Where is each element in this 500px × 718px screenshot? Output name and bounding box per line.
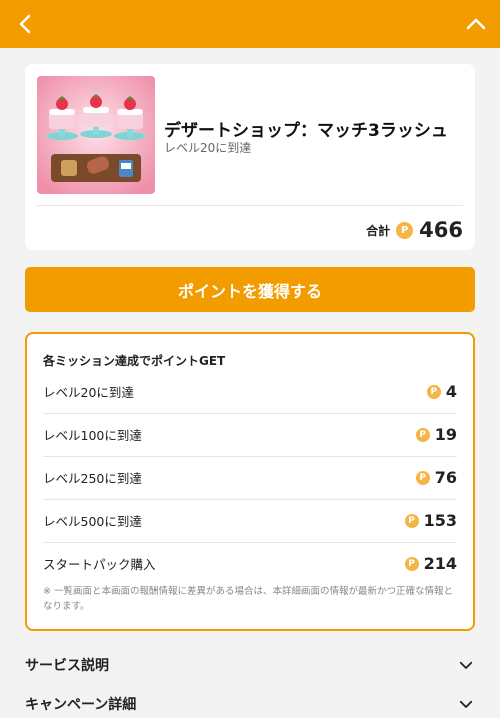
chevron-up-icon bbox=[466, 18, 486, 30]
mission-row: スタートパック購入 P 214 bbox=[43, 542, 457, 585]
point-coin-icon: P bbox=[415, 470, 430, 485]
point-coin-icon: P bbox=[415, 427, 430, 442]
mission-points: 153 bbox=[423, 511, 457, 530]
mission-points: 76 bbox=[434, 468, 457, 487]
dessert-game-icon bbox=[37, 76, 155, 194]
chevron-down-icon bbox=[459, 661, 473, 669]
point-coin-icon: P bbox=[396, 221, 414, 239]
missions-panel: 各ミッション達成でポイントGET レベル20に到達 P 4 レベル100に到達 … bbox=[25, 332, 475, 631]
service-description-toggle[interactable]: サービス説明 bbox=[25, 651, 475, 679]
missions-heading: 各ミッション達成でポイントGET bbox=[43, 354, 226, 368]
mission-row: レベル250に到達 P 76 bbox=[43, 456, 457, 500]
section-label: キャンペーン詳細 bbox=[25, 697, 137, 713]
collapse-button[interactable] bbox=[464, 12, 488, 36]
top-bar bbox=[0, 0, 500, 48]
game-requirement: レベル20に到達 bbox=[164, 141, 252, 155]
mission-row: レベル500に到達 P 153 bbox=[43, 499, 457, 543]
mission-row: レベル100に到達 P 19 bbox=[43, 413, 457, 457]
mission-points: 19 bbox=[434, 425, 457, 444]
point-coin-icon: P bbox=[404, 556, 419, 571]
mission-label: レベル500に到達 bbox=[43, 514, 142, 529]
game-title: デザートショップ：マッチ3ラッシュ bbox=[164, 121, 448, 141]
chevron-down-icon bbox=[459, 700, 473, 708]
mission-label: レベル250に到達 bbox=[43, 471, 142, 486]
chevron-left-icon bbox=[19, 14, 31, 34]
total-label: 合計 bbox=[366, 223, 391, 238]
point-coin-icon: P bbox=[404, 513, 419, 528]
card-divider bbox=[37, 205, 463, 206]
mission-label: スタートパック購入 bbox=[43, 557, 156, 572]
mission-label: レベル20に到達 bbox=[43, 385, 134, 400]
total-points: 合計 P 466 bbox=[366, 215, 463, 245]
campaign-details-toggle[interactable]: キャンペーン詳細 bbox=[25, 690, 475, 718]
mission-label: レベル100に到達 bbox=[43, 428, 142, 443]
mission-points: 214 bbox=[423, 554, 457, 573]
get-points-button[interactable]: ポイントを獲得する bbox=[25, 267, 475, 312]
section-label: サービス説明 bbox=[25, 658, 109, 674]
back-button[interactable] bbox=[14, 12, 38, 36]
point-coin-icon: P bbox=[426, 384, 441, 399]
total-value: 466 bbox=[419, 218, 463, 242]
mission-row: レベル20に到達 P 4 bbox=[43, 370, 457, 414]
offer-card: デザートショップ：マッチ3ラッシュ レベル20に到達 合計 P 466 bbox=[25, 64, 475, 250]
disclaimer-note: ※ 一覧画面と本画面の報酬情報に差異がある場合は、本詳細画面の情報が最新かつ正確… bbox=[43, 586, 453, 612]
mission-points: 4 bbox=[445, 382, 457, 401]
game-thumbnail bbox=[37, 76, 155, 194]
